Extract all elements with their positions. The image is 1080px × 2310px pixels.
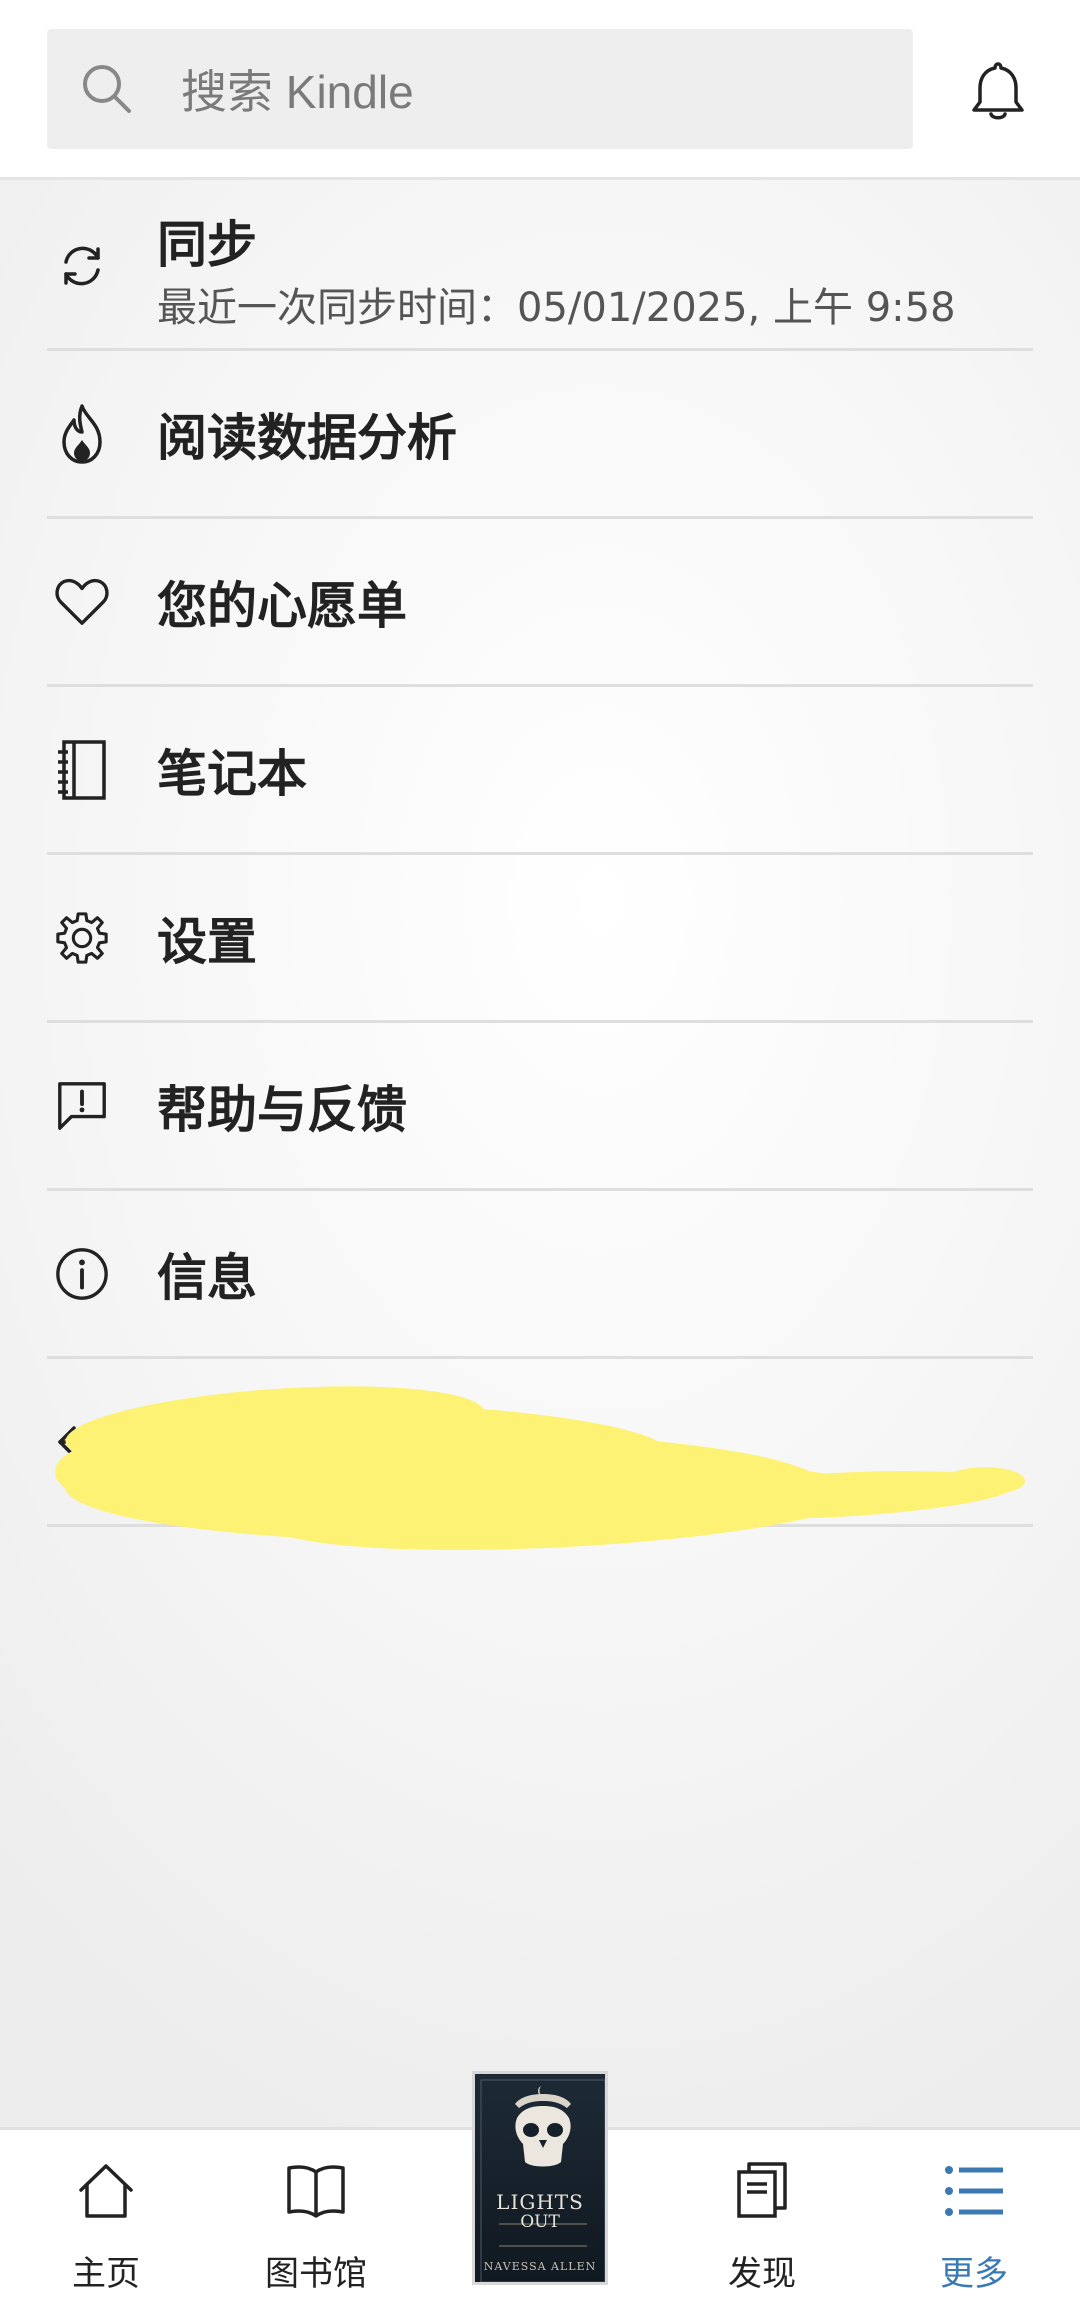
- bell-icon[interactable]: [966, 58, 1030, 122]
- menu-item-label: 信息: [157, 1248, 257, 1307]
- nav-label: 发现: [728, 2254, 796, 2294]
- nav-label: 主页: [72, 2254, 140, 2294]
- nav-label: 更多: [940, 2254, 1008, 2294]
- info-icon: [54, 1246, 110, 1302]
- menu-item-label: 设置: [157, 912, 257, 971]
- menu-item-wishlist[interactable]: 您的心愿单: [47, 519, 1033, 687]
- menu-item-label: 您的心愿单: [157, 576, 407, 635]
- menu-item-settings[interactable]: 设置: [47, 855, 1033, 1023]
- search-icon: [83, 65, 131, 113]
- book-author: NAVESSA ALLEN: [483, 2260, 597, 2273]
- nav-label: 图书馆: [265, 2254, 367, 2294]
- nav-library[interactable]: 图书馆: [246, 2160, 386, 2300]
- heart-icon: [54, 574, 110, 630]
- menu-item-redacted[interactable]: [47, 1359, 1033, 1550]
- book-title-line1: LIGHTS: [496, 2190, 584, 2214]
- gear-icon: [54, 910, 110, 966]
- sync-timestamp: 最近一次同步时间：05/01/2025, 上午 9:58: [157, 285, 956, 331]
- screen: 搜索 Kindle 同步 最近一次同步时间：05/01/2025, 上午 9:5…: [0, 0, 1080, 2310]
- sync-icon: [54, 238, 110, 294]
- flame-icon: [54, 403, 110, 464]
- book-open-icon: [287, 2165, 345, 2218]
- nav-more[interactable]: 更多: [904, 2160, 1044, 2300]
- book-title-line2: OUT: [520, 2212, 560, 2232]
- discover-icon: [737, 2162, 787, 2218]
- list-icon: [945, 2166, 1003, 2216]
- menu-item-reading-insights[interactable]: 阅读数据分析: [47, 351, 1033, 519]
- more-menu: 同步 最近一次同步时间：05/01/2025, 上午 9:58 阅读数据分析 您…: [0, 183, 1080, 1550]
- menu-item-label: 阅读数据分析: [157, 408, 457, 467]
- header: 搜索 Kindle: [0, 0, 1080, 180]
- current-book-cover[interactable]: LIGHTS OUT NAVESSA ALLEN: [472, 2071, 608, 2285]
- nav-home[interactable]: 主页: [36, 2160, 176, 2300]
- sync-label: 同步: [157, 216, 257, 274]
- search-bar[interactable]: 搜索 Kindle: [47, 29, 913, 149]
- menu-item-sync[interactable]: 同步 最近一次同步时间：05/01/2025, 上午 9:58: [47, 183, 1033, 351]
- feedback-icon: [54, 1078, 110, 1134]
- nav-discover[interactable]: 发现: [692, 2160, 832, 2300]
- home-icon: [79, 2164, 133, 2218]
- menu-item-label: 帮助与反馈: [157, 1080, 407, 1139]
- menu-item-info[interactable]: 信息: [47, 1191, 1033, 1359]
- menu-item-notebook[interactable]: 笔记本: [47, 687, 1033, 855]
- menu-item-label: 笔记本: [157, 744, 307, 803]
- menu-item-help-feedback[interactable]: 帮助与反馈: [47, 1023, 1033, 1191]
- redaction-scribble: [55, 1386, 1025, 1550]
- search-placeholder: 搜索 Kindle: [181, 66, 414, 118]
- book-cover-art: [475, 2074, 605, 2282]
- notebook-icon: [54, 739, 110, 800]
